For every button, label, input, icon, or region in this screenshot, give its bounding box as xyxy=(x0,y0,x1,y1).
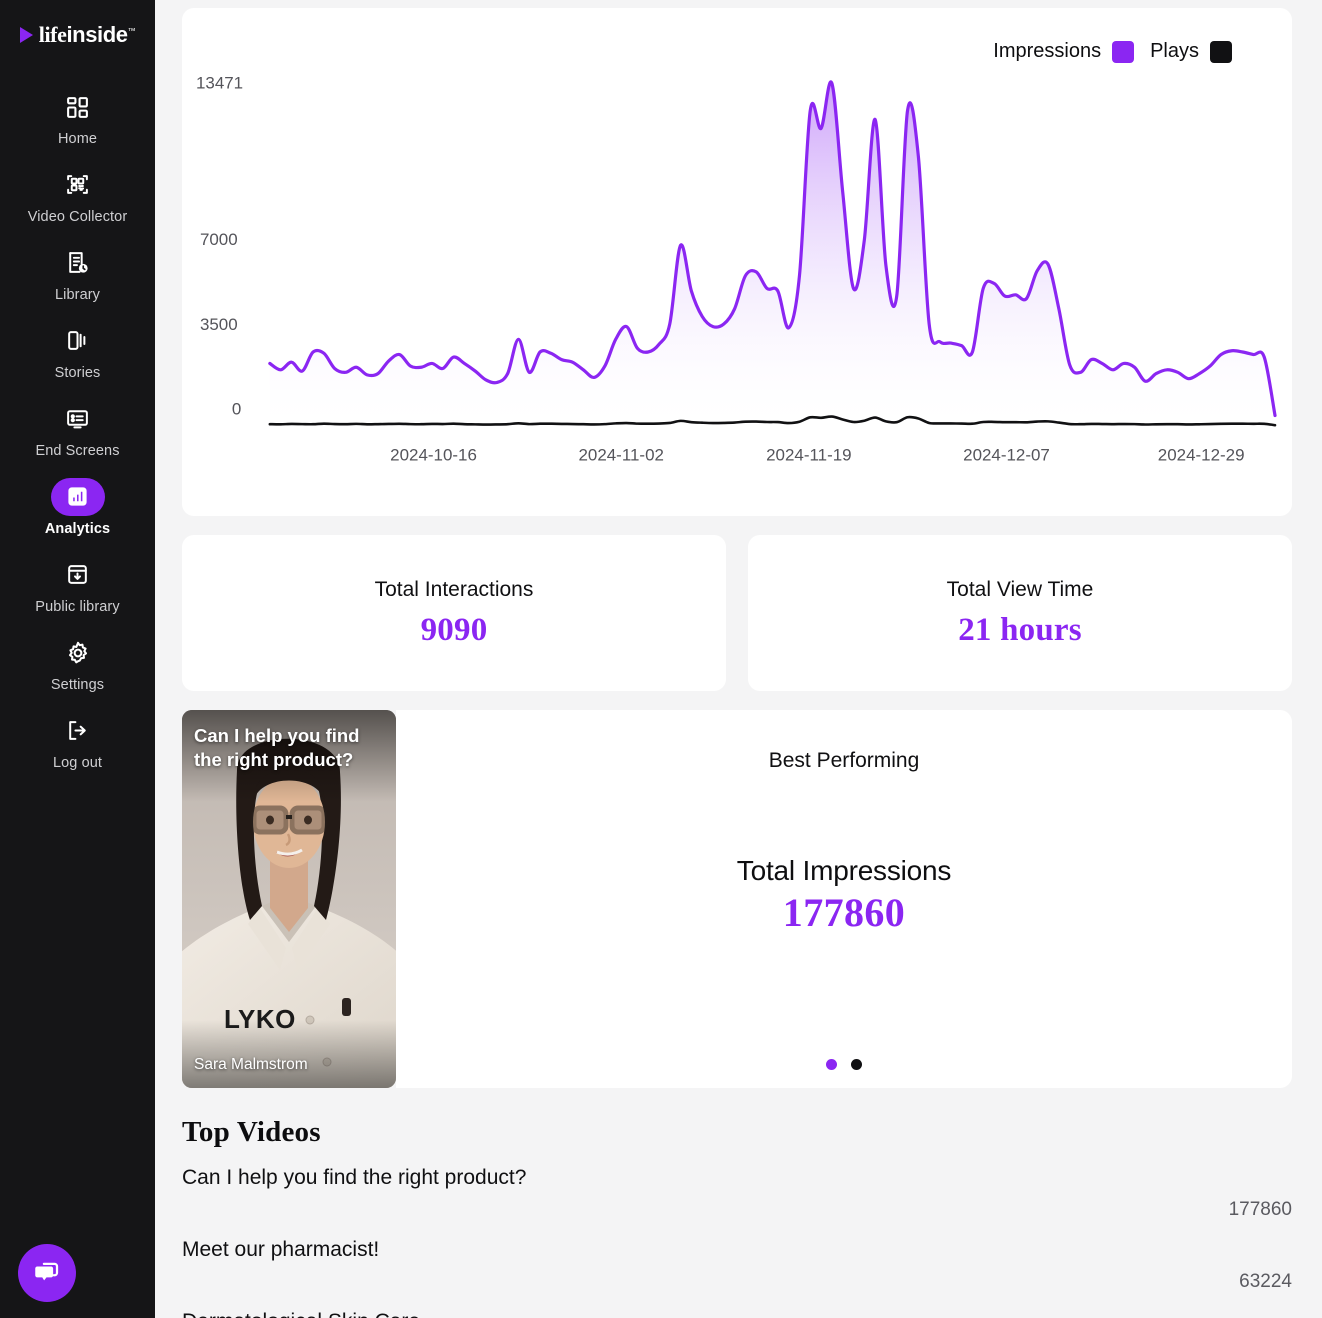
carousel-dot-2[interactable] xyxy=(851,1059,862,1070)
brand-name-bold: inside xyxy=(66,22,128,47)
summary-stats-row: Total Interactions 9090 Total View Time … xyxy=(182,535,1292,691)
impressions-area-fill xyxy=(269,81,1276,426)
top-videos-section: Top Videos Can I help you find the right… xyxy=(182,1116,1292,1318)
chat-bubbles-icon xyxy=(32,1257,62,1290)
app-root: lifeinside™ Home Video Collector Library… xyxy=(0,0,1322,1318)
main-content: Impressions Plays 13471 7000 3500 0 2024… xyxy=(155,0,1322,1318)
top-video-label: Dermatological Skin Care xyxy=(182,1310,1292,1318)
sidebar-item-label: Library xyxy=(54,286,101,303)
top-video-bar-track xyxy=(182,1277,1204,1288)
brand-name: lifeinside™ xyxy=(39,22,136,48)
sidebar-nav: Home Video Collector Library Stories End… xyxy=(0,80,155,781)
stat-title: Total View Time xyxy=(946,577,1094,601)
sidebar-item-stories[interactable]: Stories xyxy=(0,314,155,392)
sidebar-item-label: Stories xyxy=(54,364,101,381)
best-performing-card: Best Performing Total Impressions 177860 xyxy=(396,710,1292,1088)
sidebar-item-settings[interactable]: Settings xyxy=(0,626,155,704)
stories-cards-icon xyxy=(51,322,105,360)
best-performing-title: Best Performing xyxy=(768,749,920,772)
dashboard-grid-icon xyxy=(51,88,105,126)
sidebar: lifeinside™ Home Video Collector Library… xyxy=(0,0,155,1318)
metric-label: Total Impressions xyxy=(736,855,952,886)
top-video-bar-track xyxy=(182,1205,1204,1216)
sidebar-item-public-library[interactable]: Public library xyxy=(0,548,155,626)
x-tick-label: 2024-12-29 xyxy=(1158,446,1245,465)
stat-title: Total Interactions xyxy=(374,577,534,601)
top-video-row[interactable]: Can I help you find the right product? 1… xyxy=(182,1166,1292,1221)
top-video-value: 63224 xyxy=(1239,1271,1292,1292)
sidebar-item-label: Analytics xyxy=(44,520,111,537)
document-clock-icon xyxy=(51,244,105,282)
stat-value: 9090 xyxy=(420,611,488,648)
sidebar-item-end-screens[interactable]: End Screens xyxy=(0,392,155,470)
brand-name-light: life xyxy=(38,22,67,47)
stat-value: 21 hours xyxy=(958,611,1082,648)
trademark-symbol: ™ xyxy=(127,26,136,36)
thumbnail-caption: Can I help you find the right product? xyxy=(194,725,360,770)
x-tick-label: 2024-12-07 xyxy=(963,446,1050,465)
x-tick-label: 2024-11-02 xyxy=(578,446,663,465)
carousel-dots xyxy=(396,1059,1292,1070)
y-tick-label: 7000 xyxy=(200,230,238,249)
logout-arrow-icon xyxy=(51,712,105,750)
impressions-plays-chart-card: Impressions Plays 13471 7000 3500 0 2024… xyxy=(182,8,1292,516)
sidebar-item-label: Video Collector xyxy=(27,208,128,225)
top-video-row[interactable]: Dermatological Skin Care xyxy=(182,1310,1292,1318)
chart-series-layer xyxy=(268,80,1277,427)
end-screen-list-icon xyxy=(51,400,105,438)
best-performing-metric: Total Impressions 177860 xyxy=(736,855,952,936)
sidebar-item-analytics[interactable]: Analytics xyxy=(0,470,155,548)
x-tick-label: 2024-10-16 xyxy=(390,446,477,465)
gear-icon xyxy=(51,634,105,672)
sidebar-item-label: Home xyxy=(57,131,98,147)
best-performing-video-thumbnail[interactable]: LYKO Can I help you find the right produ… xyxy=(182,710,396,1088)
top-video-value: 177860 xyxy=(1228,1199,1292,1220)
archive-download-icon xyxy=(51,556,105,594)
y-tick-label: 0 xyxy=(232,400,241,419)
stat-card-total-interactions: Total Interactions 9090 xyxy=(182,535,726,691)
sidebar-item-video-collector[interactable]: Video Collector xyxy=(0,158,155,236)
sidebar-item-label: Public library xyxy=(35,598,120,615)
sidebar-item-home[interactable]: Home xyxy=(0,80,155,158)
sidebar-item-label: Settings xyxy=(50,676,105,693)
stat-card-total-view-time: Total View Time 21 hours xyxy=(748,535,1292,691)
sidebar-item-library[interactable]: Library xyxy=(0,236,155,314)
top-video-label: Can I help you find the right product? xyxy=(182,1166,527,1189)
carousel-dot-1[interactable] xyxy=(826,1059,837,1070)
qr-code-icon xyxy=(51,166,105,204)
best-performing-row: LYKO Can I help you find the right produ… xyxy=(182,710,1292,1088)
chat-support-button[interactable] xyxy=(18,1244,76,1302)
top-video-row[interactable]: Meet our pharmacist! 63224 xyxy=(182,1238,1292,1293)
y-tick-label: 3500 xyxy=(200,315,238,334)
brand-logo[interactable]: lifeinside™ xyxy=(19,20,136,50)
chart-render: 13471 7000 3500 0 2024-10-16 2024-11-02 … xyxy=(196,73,1277,465)
x-tick-label: 2024-11-19 xyxy=(766,446,851,465)
sidebar-item-log-out[interactable]: Log out xyxy=(0,704,155,782)
top-video-bar-line: 63224 xyxy=(182,1271,1292,1293)
top-video-bar-line: 177860 xyxy=(182,1199,1292,1221)
top-videos-heading: Top Videos xyxy=(182,1116,321,1148)
bar-chart-icon xyxy=(50,477,105,516)
sidebar-item-label: Log out xyxy=(52,754,103,771)
play-triangle-icon xyxy=(19,27,33,43)
top-video-label: Meet our pharmacist! xyxy=(182,1238,380,1261)
thumbnail-presenter-name: Sara Malmstrom xyxy=(194,1056,308,1073)
metric-value: 177860 xyxy=(782,890,906,935)
y-tick-label: 13471 xyxy=(196,73,243,92)
sidebar-item-label: End Screens xyxy=(35,442,120,459)
